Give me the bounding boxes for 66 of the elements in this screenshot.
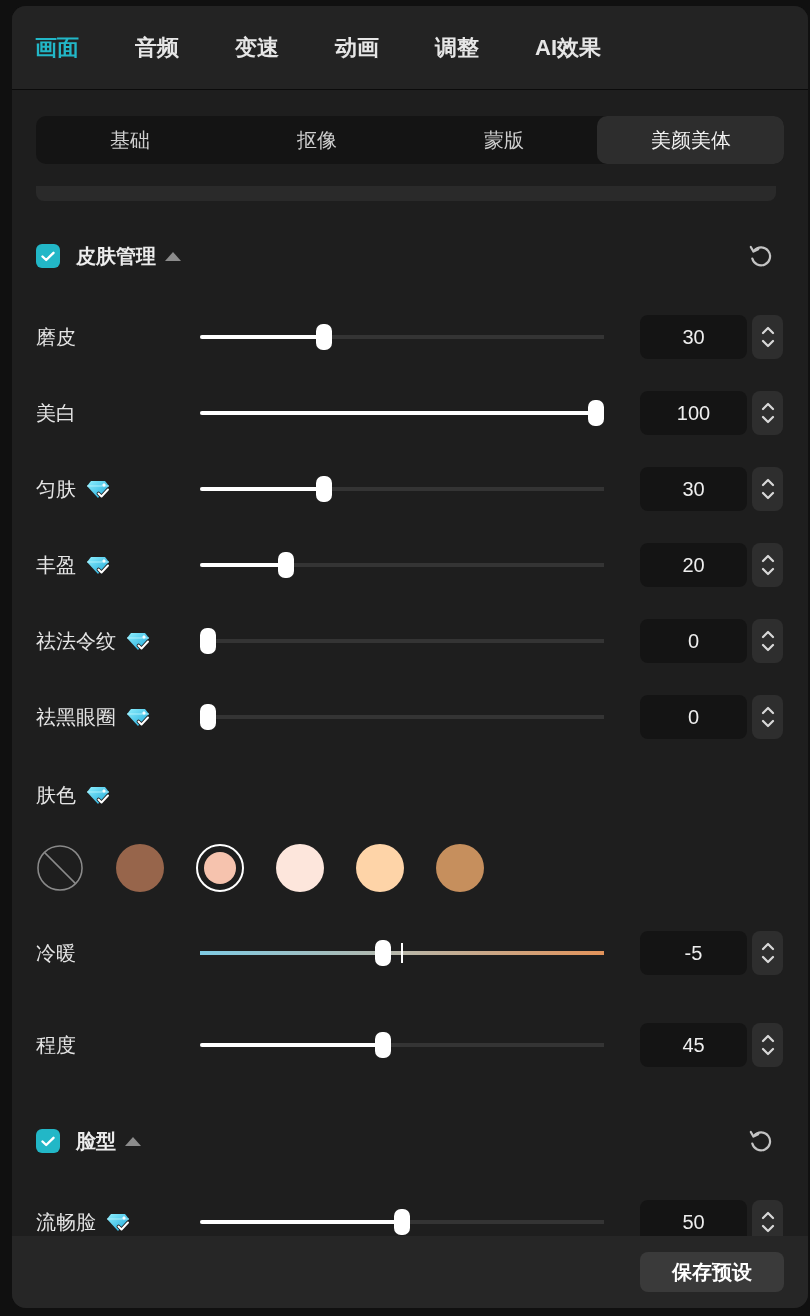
setting-label: 肤色: [36, 783, 76, 808]
slider-thumb[interactable]: [374, 940, 391, 966]
segment-tab[interactable]: 美颜美体: [597, 116, 784, 164]
slider-thumb[interactable]: [200, 704, 216, 730]
tab[interactable]: 调整: [435, 31, 479, 64]
checkbox[interactable]: [36, 1129, 60, 1153]
stepper-button[interactable]: [752, 931, 783, 975]
zero-tick: [401, 943, 403, 963]
skin-tone-swatch[interactable]: [436, 844, 484, 892]
segment-tab[interactable]: 基础: [36, 116, 223, 164]
value-field[interactable]: 30: [640, 315, 747, 359]
stepper-button[interactable]: [752, 467, 783, 511]
slider-thumb[interactable]: [374, 1032, 391, 1058]
section-title: 皮肤管理: [76, 244, 156, 269]
tab[interactable]: 动画: [335, 31, 379, 64]
tab[interactable]: 音频: [135, 31, 179, 64]
skin-tone-swatch[interactable]: [116, 844, 164, 892]
value-field[interactable]: 100: [640, 391, 747, 435]
setting-label: 祛黑眼圈: [36, 705, 116, 730]
check-icon: [41, 1135, 55, 1147]
slider-thumb[interactable]: [277, 552, 294, 578]
setting-label: 磨皮: [36, 325, 76, 350]
segment-tab[interactable]: 抠像: [223, 116, 410, 164]
value-field[interactable]: -5: [640, 931, 747, 975]
setting-label: 祛法令纹: [36, 629, 116, 654]
checkbox[interactable]: [36, 244, 60, 268]
slider-thumb[interactable]: [588, 400, 604, 426]
setting-label: 丰盈: [36, 553, 76, 578]
check-icon: [41, 250, 55, 262]
value-field[interactable]: 50: [640, 1200, 747, 1236]
value-field[interactable]: 20: [640, 543, 747, 587]
value-field[interactable]: 0: [640, 619, 747, 663]
tab[interactable]: 画面: [35, 31, 79, 64]
no-color-swatch[interactable]: [36, 844, 84, 892]
tab[interactable]: 变速: [235, 31, 279, 64]
stepper-button[interactable]: [752, 619, 783, 663]
caret-up-icon[interactable]: [165, 251, 181, 261]
slider-thumb[interactable]: [316, 324, 333, 350]
skin-tone-swatch[interactable]: [356, 844, 404, 892]
stepper-button[interactable]: [752, 315, 783, 359]
reset-icon[interactable]: [748, 1128, 774, 1154]
stepper-button[interactable]: [752, 391, 783, 435]
setting-label: 流畅脸: [36, 1210, 96, 1235]
stepper-button[interactable]: [752, 1200, 783, 1236]
caret-up-icon[interactable]: [125, 1136, 141, 1146]
value-field[interactable]: 30: [640, 467, 747, 511]
tab[interactable]: AI效果: [535, 31, 601, 64]
slash-circle-icon: [37, 845, 83, 891]
setting-label: 美白: [36, 401, 76, 426]
value-field[interactable]: 45: [640, 1023, 747, 1067]
section-title: 脸型: [76, 1129, 116, 1154]
slider-thumb[interactable]: [394, 1209, 410, 1235]
skin-tone-swatch[interactable]: [276, 844, 324, 892]
setting-label: 匀肤: [36, 477, 76, 502]
reset-icon[interactable]: [748, 243, 774, 269]
segment-tab[interactable]: 蒙版: [410, 116, 597, 164]
value-field[interactable]: 0: [640, 695, 747, 739]
slider-thumb[interactable]: [200, 628, 216, 654]
setting-label: 程度: [36, 1033, 76, 1058]
save-preset-button[interactable]: 保存预设: [640, 1252, 784, 1292]
setting-label: 冷暖: [36, 941, 76, 966]
stepper-button[interactable]: [752, 695, 783, 739]
slider-thumb[interactable]: [316, 476, 333, 502]
skin-tone-swatch[interactable]: [196, 844, 244, 892]
stepper-button[interactable]: [752, 1023, 783, 1067]
stepper-button[interactable]: [752, 543, 783, 587]
